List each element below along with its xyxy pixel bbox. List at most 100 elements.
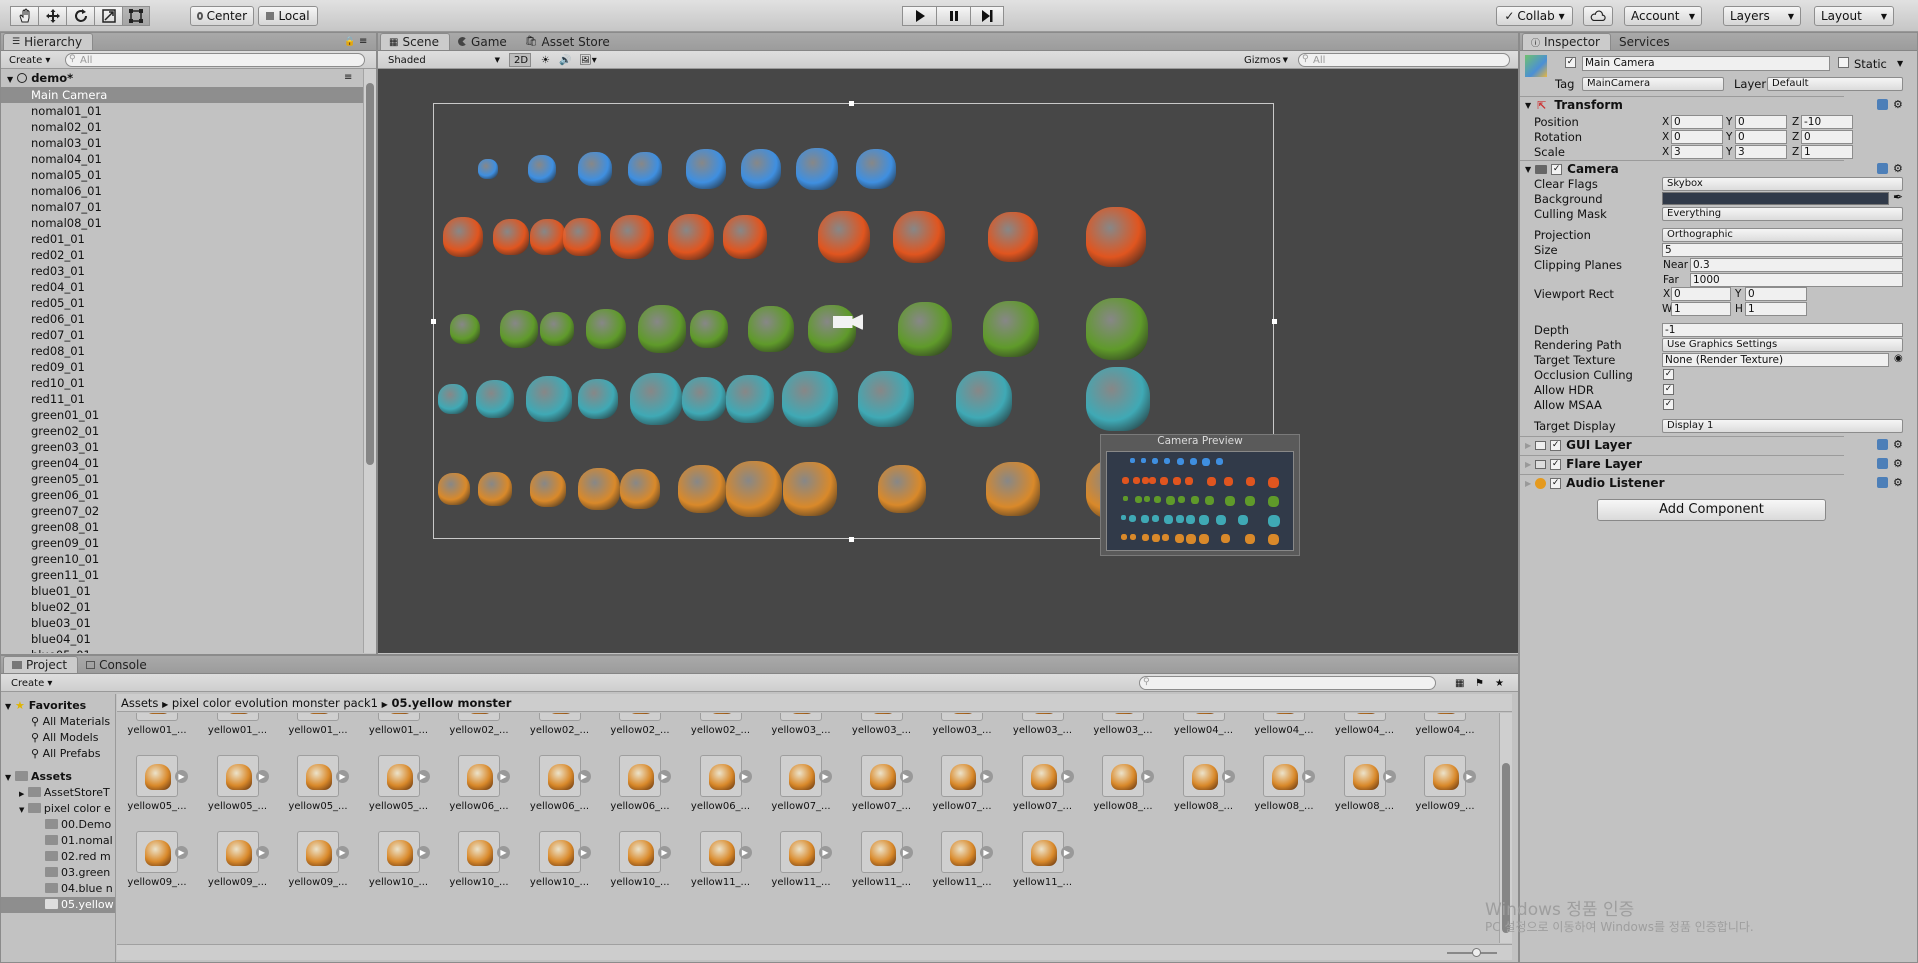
filter-by-type-icon[interactable]: ▦	[1451, 676, 1468, 690]
hierarchy-item[interactable]: nomal01_01	[1, 103, 376, 119]
favorite-all-models[interactable]: ⚲ All Models	[31, 730, 98, 746]
space-local-button[interactable]: Local	[258, 6, 318, 26]
camera-enabled-checkbox[interactable]: ✓	[1551, 163, 1563, 175]
asset-item[interactable]: ▶ yellow11_...	[1011, 831, 1075, 888]
expand-sprite-icon[interactable]: ▶	[255, 770, 269, 783]
monster-sprite[interactable]	[610, 215, 654, 259]
monster-sprite[interactable]	[686, 149, 726, 189]
tab-inspector[interactable]: ⓘ Inspector	[1522, 33, 1611, 50]
gui-layer-checkbox[interactable]: ✓	[1550, 439, 1562, 451]
monster-sprite[interactable]	[856, 149, 896, 189]
asset-item[interactable]: ▶ yellow10_...	[528, 831, 592, 888]
folder-00-demo[interactable]: 00.Demo	[45, 817, 111, 833]
expand-sprite-icon[interactable]: ▶	[1060, 846, 1074, 859]
asset-item[interactable]: ▶ yellow09_...	[286, 831, 350, 888]
toggle-2d-button[interactable]: 2D	[509, 53, 531, 67]
hierarchy-item[interactable]: nomal06_01	[1, 183, 376, 199]
thumbnail-size-slider-knob[interactable]	[1472, 948, 1481, 957]
expand-sprite-icon[interactable]: ▶	[819, 846, 832, 859]
gizmos-dropdown[interactable]: Gizmos ▼	[1240, 53, 1292, 67]
monster-sprite[interactable]	[748, 306, 794, 352]
flare-layer-header[interactable]: ▶ ✓ Flare Layer	[1520, 455, 1844, 472]
hierarchy-item[interactable]: red02_01	[1, 247, 376, 263]
monster-sprite[interactable]	[630, 373, 682, 425]
scene-audio-icon[interactable]: 🔊	[555, 53, 575, 67]
help-icon[interactable]	[1877, 439, 1888, 450]
expand-sprite-icon[interactable]: ▶	[497, 770, 510, 783]
scene-root-row[interactable]: ▼ demo* ≡	[1, 69, 376, 87]
monster-sprite[interactable]	[438, 384, 468, 414]
tab-scene[interactable]: ▦ Scene	[380, 33, 451, 50]
expand-sprite-icon[interactable]: ▶	[658, 770, 671, 783]
monster-sprite[interactable]	[726, 375, 774, 423]
asset-item[interactable]: ▶yellow03_...	[1011, 713, 1075, 736]
monster-sprite[interactable]	[986, 462, 1040, 516]
asset-item[interactable]: ▶ yellow06_...	[528, 755, 592, 812]
assets-node[interactable]: ▼ Assets	[5, 769, 72, 785]
help-icon[interactable]	[1877, 458, 1888, 469]
audio-listener-header[interactable]: ▶ ✓ Audio Listener	[1520, 474, 1844, 491]
hierarchy-item[interactable]: green05_01	[1, 471, 376, 487]
hierarchy-item[interactable]: green08_01	[1, 519, 376, 535]
expand-sprite-icon[interactable]: ▶	[1382, 770, 1396, 783]
rect-handle[interactable]	[849, 101, 854, 106]
tag-dropdown[interactable]: MainCamera	[1582, 77, 1724, 91]
project-search-input[interactable]: ⚲	[1139, 676, 1436, 690]
asset-item[interactable]: ▶yellow04_...	[1252, 713, 1316, 736]
hierarchy-item[interactable]: green07_02	[1, 503, 376, 519]
scale-y-field[interactable]: 3	[1735, 145, 1787, 159]
expand-sprite-icon[interactable]: ▶	[336, 846, 349, 859]
asset-item[interactable]: ▶ yellow09_...	[125, 831, 189, 888]
monster-sprite[interactable]	[438, 473, 470, 505]
expand-sprite-icon[interactable]: ▶	[1221, 770, 1235, 783]
asset-item[interactable]: ▶ yellow10_...	[447, 831, 511, 888]
help-icon[interactable]	[1877, 477, 1888, 488]
monster-sprite[interactable]	[983, 301, 1039, 357]
position-axis-label[interactable]: X	[1662, 116, 1669, 128]
scale-x-field[interactable]: 3	[1671, 145, 1723, 159]
hierarchy-item[interactable]: blue04_01	[1, 631, 376, 647]
position-z-field[interactable]: -10	[1801, 115, 1853, 129]
breadcrumb-item[interactable]: Assets	[121, 696, 158, 710]
expand-sprite-icon[interactable]: ▶	[899, 846, 913, 859]
rect-handle[interactable]	[1272, 319, 1277, 324]
help-icon[interactable]	[1877, 99, 1888, 110]
allow-hdr-checkbox[interactable]: ✓	[1663, 384, 1674, 395]
scene-menu-icon[interactable]: ≡	[344, 69, 352, 87]
asset-item[interactable]: ▶yellow01_...	[286, 713, 350, 736]
asset-item[interactable]: ▶ yellow08_...	[1252, 755, 1316, 812]
scene-lighting-icon[interactable]: ☀	[537, 53, 554, 67]
tab-game[interactable]: Game	[450, 33, 517, 50]
occlusion-culling-checkbox[interactable]: ✓	[1663, 369, 1674, 380]
viewport-h-field[interactable]: 1	[1745, 302, 1807, 316]
rotation-y-field[interactable]: 0	[1735, 130, 1787, 144]
hierarchy-item[interactable]: red03_01	[1, 263, 376, 279]
size-field[interactable]: 5	[1662, 243, 1903, 257]
monster-sprite[interactable]	[578, 379, 618, 419]
hierarchy-item[interactable]: red04_01	[1, 279, 376, 295]
monster-sprite[interactable]	[726, 461, 782, 517]
play-button[interactable]	[902, 6, 936, 26]
monster-sprite[interactable]	[628, 152, 662, 186]
rendering-path-dropdown[interactable]: Use Graphics Settings	[1662, 338, 1903, 352]
monster-sprite[interactable]	[668, 214, 714, 260]
expand-sprite-icon[interactable]: ▶	[1463, 770, 1476, 783]
panel-menu-icon[interactable]: ≡	[359, 36, 367, 47]
monster-sprite[interactable]	[450, 314, 480, 344]
flare-layer-checkbox[interactable]: ✓	[1550, 458, 1562, 470]
monster-sprite[interactable]	[1086, 298, 1148, 360]
project-create-dropdown[interactable]: Create ▾	[7, 676, 56, 690]
monster-sprite[interactable]	[898, 302, 952, 356]
asset-item[interactable]: ▶ yellow10_...	[608, 831, 672, 888]
hierarchy-item[interactable]: nomal07_01	[1, 199, 376, 215]
monster-sprite[interactable]	[578, 152, 612, 186]
asset-item[interactable]: ▶ yellow10_...	[367, 831, 431, 888]
expand-sprite-icon[interactable]: ▶	[738, 846, 752, 859]
folder-02-red[interactable]: 02.red m	[45, 849, 111, 865]
monster-sprite[interactable]	[478, 472, 512, 506]
folder-01-nomal[interactable]: 01.nomal	[45, 833, 113, 849]
rotation-axis-label[interactable]: Y	[1726, 131, 1732, 143]
hierarchy-item[interactable]: green10_01	[1, 551, 376, 567]
asset-item[interactable]: ▶ yellow09_...	[1413, 755, 1477, 812]
clear-flags-dropdown[interactable]: Skybox	[1662, 177, 1903, 191]
